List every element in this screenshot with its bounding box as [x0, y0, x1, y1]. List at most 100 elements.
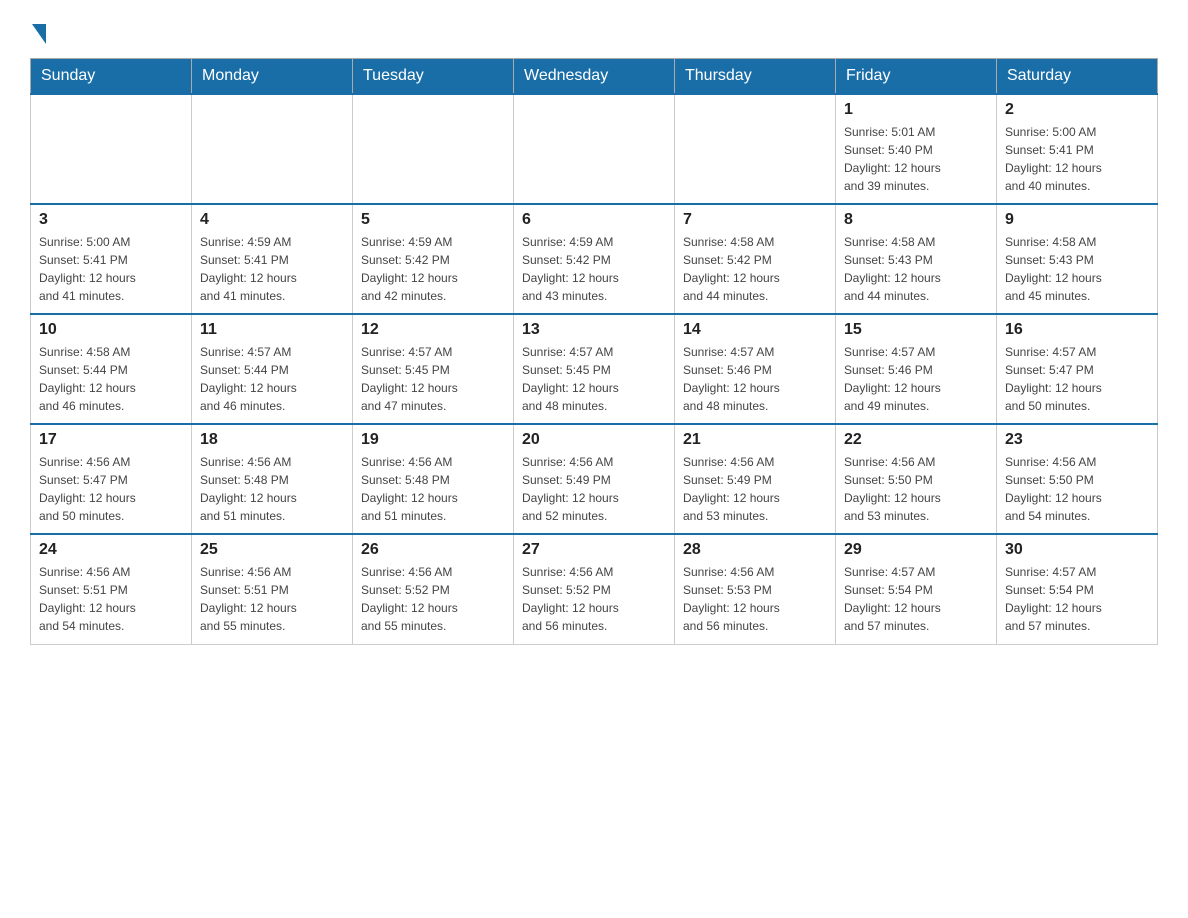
day-info: Sunrise: 4:56 AM Sunset: 5:49 PM Dayligh… [522, 453, 666, 525]
day-info: Sunrise: 4:56 AM Sunset: 5:53 PM Dayligh… [683, 563, 827, 635]
day-info: Sunrise: 4:56 AM Sunset: 5:48 PM Dayligh… [361, 453, 505, 525]
day-info: Sunrise: 4:58 AM Sunset: 5:43 PM Dayligh… [1005, 233, 1149, 305]
calendar-cell: 14 Sunrise: 4:57 AM Sunset: 5:46 PM Dayli… [675, 314, 836, 424]
day-number: 23 [1005, 431, 1149, 449]
calendar-cell: 9Sunrise: 4:58 AM Sunset: 5:43 PM Daylig… [997, 204, 1158, 314]
calendar-cell: 18 Sunrise: 4:56 AM Sunset: 5:48 PM Dayli… [192, 424, 353, 534]
day-number: 16 [1005, 321, 1149, 339]
day-number: 10 [39, 321, 183, 339]
day-number: 12 [361, 321, 505, 339]
calendar-cell: 3Sunrise: 5:00 AM Sunset: 5:41 PM Daylig… [31, 204, 192, 314]
calendar-cell: 17 Sunrise: 4:56 AM Sunset: 5:47 PM Dayli… [31, 424, 192, 534]
calendar-cell: 19 Sunrise: 4:56 AM Sunset: 5:48 PM Dayli… [353, 424, 514, 534]
week-row-2: 3Sunrise: 5:00 AM Sunset: 5:41 PM Daylig… [31, 204, 1158, 314]
calendar-cell: 29 Sunrise: 4:57 AM Sunset: 5:54 PM Dayli… [836, 534, 997, 644]
day-info: Sunrise: 4:56 AM Sunset: 5:48 PM Dayligh… [200, 453, 344, 525]
calendar-cell: 15 Sunrise: 4:57 AM Sunset: 5:46 PM Dayli… [836, 314, 997, 424]
day-number: 20 [522, 431, 666, 449]
calendar-cell: 28 Sunrise: 4:56 AM Sunset: 5:53 PM Dayli… [675, 534, 836, 644]
day-info: Sunrise: 4:57 AM Sunset: 5:54 PM Dayligh… [1005, 563, 1149, 635]
weekday-header-tuesday: Tuesday [353, 59, 514, 95]
day-number: 18 [200, 431, 344, 449]
day-number: 2 [1005, 101, 1149, 119]
calendar-cell: 26Sunrise: 4:56 AM Sunset: 5:52 PM Dayli… [353, 534, 514, 644]
day-info: Sunrise: 4:57 AM Sunset: 5:44 PM Dayligh… [200, 343, 344, 415]
calendar-table: SundayMondayTuesdayWednesdayThursdayFrid… [30, 58, 1158, 645]
calendar-cell: 22Sunrise: 4:56 AM Sunset: 5:50 PM Dayli… [836, 424, 997, 534]
calendar-cell [31, 94, 192, 204]
day-number: 24 [39, 541, 183, 559]
day-info: Sunrise: 4:56 AM Sunset: 5:51 PM Dayligh… [39, 563, 183, 635]
day-number: 6 [522, 211, 666, 229]
day-number: 3 [39, 211, 183, 229]
day-info: Sunrise: 4:58 AM Sunset: 5:44 PM Dayligh… [39, 343, 183, 415]
day-info: Sunrise: 5:01 AM Sunset: 5:40 PM Dayligh… [844, 123, 988, 195]
day-info: Sunrise: 4:56 AM Sunset: 5:49 PM Dayligh… [683, 453, 827, 525]
day-info: Sunrise: 4:59 AM Sunset: 5:41 PM Dayligh… [200, 233, 344, 305]
day-number: 30 [1005, 541, 1149, 559]
calendar-cell: 4 Sunrise: 4:59 AM Sunset: 5:41 PM Daylig… [192, 204, 353, 314]
calendar-cell: 12 Sunrise: 4:57 AM Sunset: 5:45 PM Dayli… [353, 314, 514, 424]
week-row-5: 24 Sunrise: 4:56 AM Sunset: 5:51 PM Dayli… [31, 534, 1158, 644]
day-number: 17 [39, 431, 183, 449]
day-number: 21 [683, 431, 827, 449]
day-number: 15 [844, 321, 988, 339]
week-row-1: 1 Sunrise: 5:01 AM Sunset: 5:40 PM Daylig… [31, 94, 1158, 204]
week-row-3: 10 Sunrise: 4:58 AM Sunset: 5:44 PM Dayli… [31, 314, 1158, 424]
day-number: 11 [200, 321, 344, 339]
day-info: Sunrise: 4:57 AM Sunset: 5:45 PM Dayligh… [361, 343, 505, 415]
calendar-cell: 8Sunrise: 4:58 AM Sunset: 5:43 PM Daylig… [836, 204, 997, 314]
day-number: 19 [361, 431, 505, 449]
weekday-header-sunday: Sunday [31, 59, 192, 95]
day-info: Sunrise: 4:59 AM Sunset: 5:42 PM Dayligh… [522, 233, 666, 305]
logo [30, 20, 46, 40]
calendar-cell: 24 Sunrise: 4:56 AM Sunset: 5:51 PM Dayli… [31, 534, 192, 644]
weekday-header-saturday: Saturday [997, 59, 1158, 95]
calendar-cell: 11 Sunrise: 4:57 AM Sunset: 5:44 PM Dayli… [192, 314, 353, 424]
day-info: Sunrise: 4:57 AM Sunset: 5:47 PM Dayligh… [1005, 343, 1149, 415]
calendar-cell: 20 Sunrise: 4:56 AM Sunset: 5:49 PM Dayli… [514, 424, 675, 534]
day-number: 5 [361, 211, 505, 229]
day-info: Sunrise: 4:56 AM Sunset: 5:52 PM Dayligh… [361, 563, 505, 635]
day-number: 14 [683, 321, 827, 339]
day-info: Sunrise: 4:56 AM Sunset: 5:51 PM Dayligh… [200, 563, 344, 635]
calendar-cell: 27 Sunrise: 4:56 AM Sunset: 5:52 PM Dayli… [514, 534, 675, 644]
day-info: Sunrise: 4:57 AM Sunset: 5:46 PM Dayligh… [844, 343, 988, 415]
day-info: Sunrise: 4:56 AM Sunset: 5:47 PM Dayligh… [39, 453, 183, 525]
day-info: Sunrise: 4:56 AM Sunset: 5:52 PM Dayligh… [522, 563, 666, 635]
day-number: 28 [683, 541, 827, 559]
day-number: 27 [522, 541, 666, 559]
day-number: 1 [844, 101, 988, 119]
week-row-4: 17 Sunrise: 4:56 AM Sunset: 5:47 PM Dayli… [31, 424, 1158, 534]
calendar-cell [514, 94, 675, 204]
day-info: Sunrise: 4:58 AM Sunset: 5:43 PM Dayligh… [844, 233, 988, 305]
calendar-cell: 6 Sunrise: 4:59 AM Sunset: 5:42 PM Daylig… [514, 204, 675, 314]
day-info: Sunrise: 4:59 AM Sunset: 5:42 PM Dayligh… [361, 233, 505, 305]
weekday-header-friday: Friday [836, 59, 997, 95]
calendar-cell: 10 Sunrise: 4:58 AM Sunset: 5:44 PM Dayli… [31, 314, 192, 424]
day-info: Sunrise: 4:57 AM Sunset: 5:45 PM Dayligh… [522, 343, 666, 415]
calendar-cell: 5 Sunrise: 4:59 AM Sunset: 5:42 PM Daylig… [353, 204, 514, 314]
weekday-header-wednesday: Wednesday [514, 59, 675, 95]
day-number: 29 [844, 541, 988, 559]
day-info: Sunrise: 4:57 AM Sunset: 5:54 PM Dayligh… [844, 563, 988, 635]
calendar-cell: 25 Sunrise: 4:56 AM Sunset: 5:51 PM Dayli… [192, 534, 353, 644]
day-info: Sunrise: 4:56 AM Sunset: 5:50 PM Dayligh… [844, 453, 988, 525]
calendar-cell [353, 94, 514, 204]
day-number: 25 [200, 541, 344, 559]
calendar-cell: 2Sunrise: 5:00 AM Sunset: 5:41 PM Daylig… [997, 94, 1158, 204]
calendar-cell: 23Sunrise: 4:56 AM Sunset: 5:50 PM Dayli… [997, 424, 1158, 534]
day-info: Sunrise: 4:58 AM Sunset: 5:42 PM Dayligh… [683, 233, 827, 305]
day-info: Sunrise: 4:57 AM Sunset: 5:46 PM Dayligh… [683, 343, 827, 415]
calendar-cell: 21 Sunrise: 4:56 AM Sunset: 5:49 PM Dayli… [675, 424, 836, 534]
day-number: 4 [200, 211, 344, 229]
calendar-cell: 16 Sunrise: 4:57 AM Sunset: 5:47 PM Dayli… [997, 314, 1158, 424]
calendar-cell [192, 94, 353, 204]
weekday-header-monday: Monday [192, 59, 353, 95]
weekday-header-thursday: Thursday [675, 59, 836, 95]
calendar-cell: 1 Sunrise: 5:01 AM Sunset: 5:40 PM Daylig… [836, 94, 997, 204]
calendar-cell: 7 Sunrise: 4:58 AM Sunset: 5:42 PM Daylig… [675, 204, 836, 314]
calendar-cell [675, 94, 836, 204]
calendar-cell: 30 Sunrise: 4:57 AM Sunset: 5:54 PM Dayli… [997, 534, 1158, 644]
day-number: 7 [683, 211, 827, 229]
